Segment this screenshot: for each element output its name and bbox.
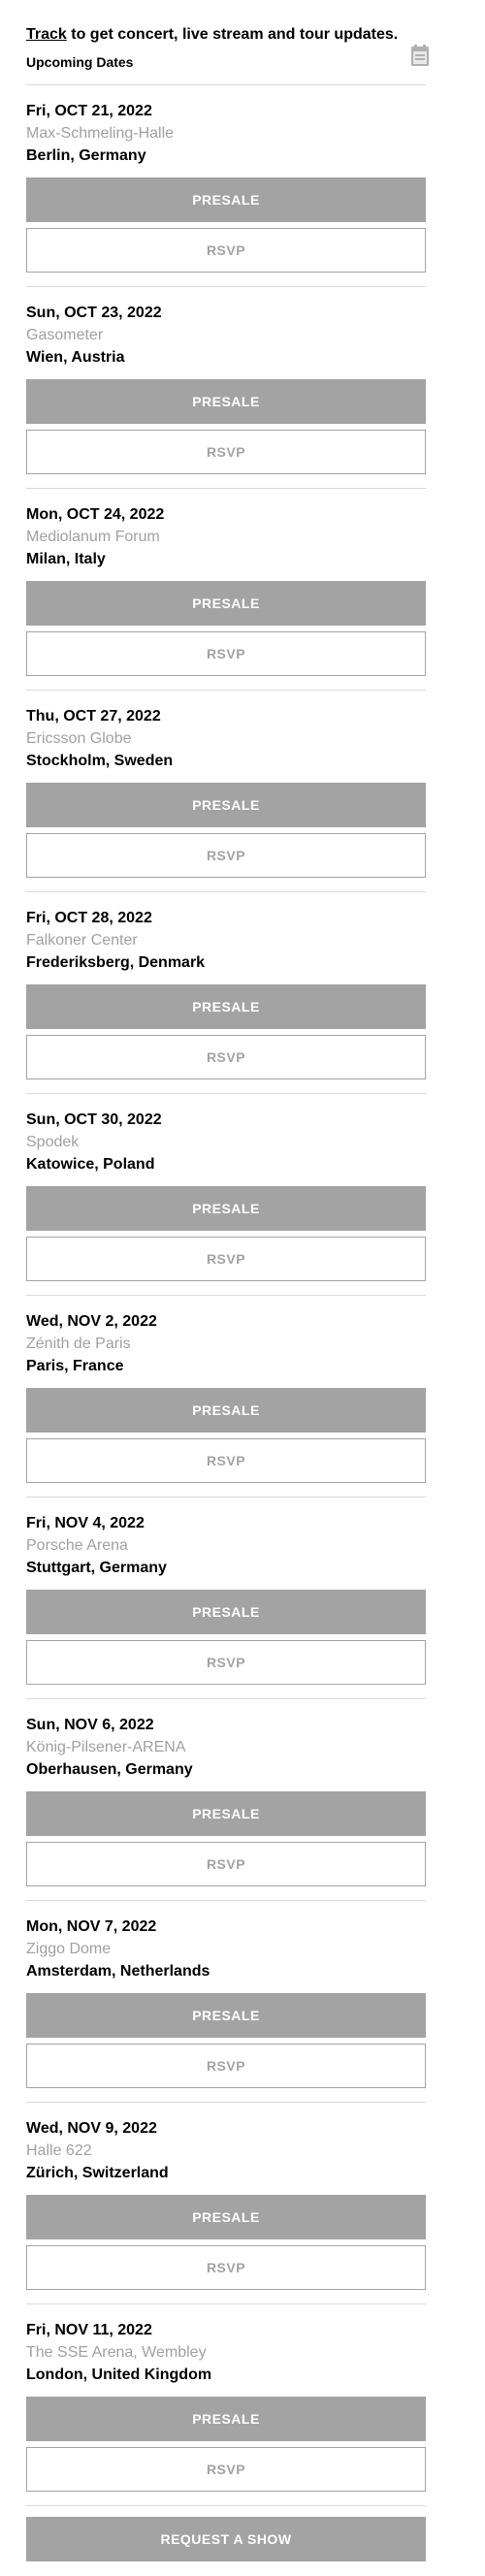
presale-button[interactable]: PRESALE [26,581,426,626]
presale-button[interactable]: PRESALE [26,1388,426,1433]
rsvp-button[interactable]: RSVP [26,2447,426,2492]
event-venue: Halle 622 [26,2142,92,2159]
event-venue: Ericsson Globe [26,730,132,747]
event-date: Thu, OCT 27, 2022 [26,708,161,724]
event-row: Wed, NOV 2, 2022 Zénith de Paris Paris, Fr… [26,1296,426,1497]
presale-button[interactable]: PRESALE [26,1186,426,1231]
event-date: Wed, NOV 9, 2022 [26,2120,157,2137]
rsvp-button[interactable]: RSVP [26,430,426,474]
event-row: Fri, OCT 21, 2022 Max-Schmeling-Halle Berl… [26,85,426,287]
rsvp-button[interactable]: RSVP [26,1035,426,1079]
rsvp-button[interactable]: RSVP [26,1438,426,1483]
track-banner: Track to get concert, live stream and to… [26,23,426,47]
event-row: Fri, OCT 28, 2022 Falkoner Center Frederik… [26,892,426,1094]
presale-button[interactable]: PRESALE [26,984,426,1029]
calendar-icon[interactable] [411,45,429,66]
presale-button[interactable]: PRESALE [26,2195,426,2239]
rsvp-button[interactable]: RSVP [26,2245,426,2290]
rsvp-button[interactable]: RSVP [26,631,426,676]
rsvp-button[interactable]: RSVP [26,1842,426,1886]
event-venue: Spodek [26,1134,80,1150]
event-row: Thu, OCT 27, 2022 Ericsson Globe Stockholm… [26,691,426,892]
event-date: Fri, OCT 21, 2022 [26,103,152,119]
event-location: Wien, Austria [26,349,125,366]
event-venue: Ziggo Dome [26,1941,112,1957]
event-date: Fri, NOV 11, 2022 [26,2322,152,2338]
presale-button[interactable]: PRESALE [26,783,426,827]
presale-button[interactable]: PRESALE [26,379,426,424]
event-venue: Mediolanum Forum [26,529,160,545]
request-show-section: REQUEST A SHOW [26,2506,426,2561]
event-date: Wed, NOV 2, 2022 [26,1313,157,1330]
event-location: Paris, France [26,1358,124,1374]
event-venue: The SSE Arena, Wembley [26,2344,207,2361]
upcoming-dates-heading: Upcoming Dates [26,54,134,70]
event-location: Milan, Italy [26,551,106,567]
event-date: Sun, OCT 23, 2022 [26,305,162,321]
event-date: Mon, NOV 7, 2022 [26,1918,157,1935]
events-list: Fri, OCT 21, 2022 Max-Schmeling-Halle Berl… [26,85,426,2506]
event-date: Mon, OCT 24, 2022 [26,506,165,523]
event-venue: Zénith de Paris [26,1336,131,1352]
event-row: Mon, OCT 24, 2022 Mediolanum Forum Milan, … [26,489,426,691]
rsvp-button[interactable]: RSVP [26,1640,426,1685]
rsvp-button[interactable]: RSVP [26,1237,426,1281]
rsvp-button[interactable]: RSVP [26,228,426,273]
event-row: Sun, NOV 6, 2022 König-Pilsener-ARENA Ober… [26,1699,426,1901]
event-venue: König-Pilsener-ARENA [26,1739,186,1755]
tour-widget: Track to get concert, live stream and to… [26,0,429,2561]
presale-button[interactable]: PRESALE [26,177,426,222]
rsvp-button[interactable]: RSVP [26,2044,426,2088]
event-location: Amsterdam, Netherlands [26,1963,210,1980]
event-location: Oberhausen, Germany [26,1761,193,1778]
rsvp-button[interactable]: RSVP [26,833,426,878]
presale-button[interactable]: PRESALE [26,1791,426,1836]
event-date: Sun, NOV 6, 2022 [26,1717,154,1733]
event-row: Fri, NOV 11, 2022 The SSE Arena, Wembley L… [26,2304,426,2506]
event-row: Sun, OCT 23, 2022 Gasometer Wien, Austria P… [26,287,426,489]
event-date: Fri, NOV 4, 2022 [26,1515,145,1531]
event-location: Zürich, Switzerland [26,2165,169,2181]
track-link[interactable]: Track [26,26,67,43]
event-location: London, United Kingdom [26,2367,212,2383]
event-location: Stockholm, Sweden [26,753,174,769]
event-venue: Max-Schmeling-Halle [26,125,175,142]
event-row: Fri, NOV 4, 2022 Porsche Arena Stuttgart, … [26,1497,426,1699]
event-venue: Gasometer [26,327,104,343]
event-location: Stuttgart, Germany [26,1560,167,1576]
event-location: Berlin, Germany [26,147,146,164]
event-location: Katowice, Poland [26,1156,155,1173]
presale-button[interactable]: PRESALE [26,1590,426,1634]
event-location: Frederiksberg, Denmark [26,954,206,971]
request-show-button[interactable]: REQUEST A SHOW [26,2517,426,2561]
event-venue: Porsche Arena [26,1537,128,1554]
event-row: Mon, NOV 7, 2022 Ziggo Dome Amsterdam, Net… [26,1901,426,2103]
track-banner-text: to get concert, live stream and tour upd… [66,26,399,43]
event-row: Sun, OCT 30, 2022 Spodek Katowice, Poland P… [26,1094,426,1296]
event-row: Wed, NOV 9, 2022 Halle 622 Zürich, Switzer… [26,2103,426,2304]
event-venue: Falkoner Center [26,932,138,949]
event-date: Fri, OCT 28, 2022 [26,910,152,926]
presale-button[interactable]: PRESALE [26,2397,426,2441]
presale-button[interactable]: PRESALE [26,1993,426,2038]
event-date: Sun, OCT 30, 2022 [26,1111,162,1128]
